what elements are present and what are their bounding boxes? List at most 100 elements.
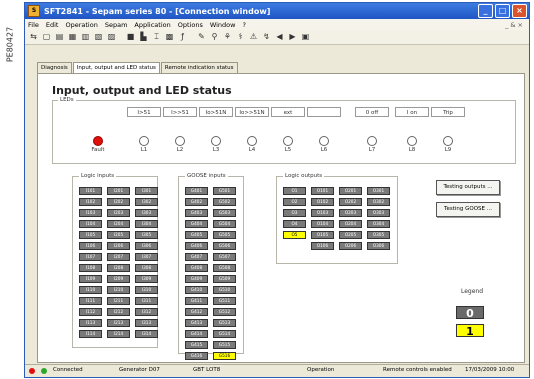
logic-output-cell: O201	[339, 187, 362, 195]
logic-inputs-group: Logic inputs I101 I201 I301 I102 I202 I302 I10…	[72, 173, 158, 348]
function-icon[interactable]: ƒ	[177, 32, 188, 42]
led-name-label: Io>>51N	[235, 107, 269, 117]
save-icon[interactable]: ▦	[67, 32, 78, 42]
led-id-label: L9	[444, 147, 452, 153]
led-off-indicator	[247, 136, 257, 146]
tab-io-led-status[interactable]: Input, output and LED status	[72, 62, 160, 73]
close-button[interactable]: ×	[512, 4, 527, 18]
goose-input-cell: G513	[213, 319, 236, 327]
application-window: S SFT2841 - Sepam series 80 - [Connectio…	[24, 2, 530, 378]
goose-input-cell: G515	[213, 341, 236, 349]
status-green-indicator-icon	[41, 368, 47, 374]
menu-sepam[interactable]: Sepam	[105, 21, 128, 29]
tab-strip: Diagnosis Input, output and LED status R…	[37, 62, 239, 73]
logic-input-cell: I109	[79, 275, 102, 283]
logic-output-cell: O206	[339, 242, 362, 250]
settings-icon[interactable]: ▙	[138, 32, 149, 42]
disconnect-icon[interactable]: ▨	[106, 32, 117, 42]
alarm-icon[interactable]: ⚠	[248, 32, 259, 42]
logic-input-cell: I211	[107, 297, 130, 305]
logic-input-cell: I108	[79, 264, 102, 272]
forward-arrow-icon[interactable]: ▶	[287, 32, 298, 42]
goose-input-cell: G511	[213, 297, 236, 305]
logic-input-cell: I101	[79, 187, 102, 195]
logic-input-cell: I214	[107, 330, 130, 338]
logic-output-cell: O106	[311, 242, 334, 250]
logic-output-cell: O204	[339, 220, 362, 228]
logic-output-cell: O102	[311, 198, 334, 206]
logic-output-cell: O104	[311, 220, 334, 228]
logic-output-cell: O4	[283, 220, 306, 228]
led-id-label: L7	[368, 147, 376, 153]
connect-icon[interactable]: ⇆	[28, 32, 39, 42]
measure-icon[interactable]: ⚲	[209, 32, 220, 42]
goose-input-cell: G410	[185, 286, 208, 294]
goose-input-cell: G514	[213, 330, 236, 338]
led-off-indicator	[443, 136, 453, 146]
new-icon[interactable]: ▢	[41, 32, 52, 42]
mdi-window-controls[interactable]: _ & ×	[505, 21, 523, 29]
menu-help[interactable]: ?	[242, 21, 245, 29]
logic-icon[interactable]: ⌶	[151, 32, 162, 42]
goose-input-cell: G502	[213, 198, 236, 206]
logic-inputs-title: Logic inputs	[79, 173, 117, 179]
logic-output-cell: O301	[367, 187, 390, 195]
goose-input-cell: G516	[213, 352, 236, 360]
menu-application[interactable]: Application	[134, 21, 170, 29]
leds-group: LEDs Fault I>51 L1 I>>51 L2 Io>51N L3 Io>>51N L4…	[52, 97, 516, 164]
menu-window[interactable]: Window	[210, 21, 236, 29]
logic-output-cell: O3	[283, 209, 306, 217]
logic-input-cell: I207	[107, 253, 130, 261]
minimize-button[interactable]: _	[478, 4, 493, 18]
led-id-label: Fault	[91, 147, 105, 153]
logic-output-cell: O101	[311, 187, 334, 195]
help-icon[interactable]: ▣	[300, 32, 311, 42]
toolbar-separator	[119, 32, 123, 42]
logic-input-cell: I202	[107, 198, 130, 206]
logic-input-cell: I306	[135, 242, 158, 250]
testing-goose-button[interactable]: Testing GOOSE ...	[436, 202, 500, 217]
logic-input-cell: I312	[135, 308, 158, 316]
led-id-label: L5	[284, 147, 292, 153]
logic-outputs-title: Logic outputs	[283, 173, 325, 179]
goose-input-cell: G503	[213, 209, 236, 217]
status-panel: Input, output and LED status LEDs Fault I…	[37, 73, 525, 363]
led-off-indicator	[211, 136, 221, 146]
menu-edit[interactable]: Edit	[46, 21, 59, 29]
menu-file[interactable]: File	[28, 21, 39, 29]
goose-input-cell: G508	[213, 264, 236, 272]
device-icon[interactable]: ■	[125, 32, 136, 42]
status-red-indicator-icon	[29, 368, 35, 374]
logic-output-cell: O302	[367, 198, 390, 206]
back-arrow-icon[interactable]: ◀	[274, 32, 285, 42]
maximize-button[interactable]: □	[495, 4, 510, 18]
diagnosis-icon[interactable]: ⚕	[235, 32, 246, 42]
menu-operation[interactable]: Operation	[65, 21, 97, 29]
signal-icon[interactable]: ↯	[261, 32, 272, 42]
logic-input-cell: I204	[107, 220, 130, 228]
goose-input-cell: G411	[185, 297, 208, 305]
matrix-icon[interactable]: ▩	[164, 32, 175, 42]
preview-icon[interactable]: ▧	[93, 32, 104, 42]
tree-icon[interactable]: ⚘	[222, 32, 233, 42]
status-remote-controls: Remote controls enabled	[383, 367, 452, 373]
led-name-label: 0 off	[355, 107, 389, 117]
led-on-indicator	[93, 136, 103, 146]
tab-diagnosis[interactable]: Diagnosis	[37, 62, 72, 73]
status-generator: Generator D07	[119, 367, 160, 373]
logic-input-cell: I112	[79, 308, 102, 316]
menu-options[interactable]: Options	[178, 21, 203, 29]
logic-input-cell: I105	[79, 231, 102, 239]
logic-output-cell: O205	[339, 231, 362, 239]
tab-remote-indication[interactable]: Remote indication status	[160, 62, 238, 73]
goose-inputs-grid: G401 G501 G402 G502 G403 G503 G404 G504 G405 G505…	[185, 187, 236, 360]
goose-input-cell: G501	[213, 187, 236, 195]
print-icon[interactable]: ▥	[80, 32, 91, 42]
logic-output-cell: O1	[283, 187, 306, 195]
status-connected: Connected	[53, 367, 83, 373]
logic-inputs-grid: I101 I201 I301 I102 I202 I302 I103 I203 I303 I104…	[79, 187, 158, 338]
testing-outputs-button[interactable]: Testing outputs ...	[436, 180, 500, 195]
open-icon[interactable]: ▤	[54, 32, 65, 42]
status-bar: Connected Generator D07 GBT LOT8 Operati…	[25, 364, 529, 377]
tools-icon[interactable]: ✎	[196, 32, 207, 42]
